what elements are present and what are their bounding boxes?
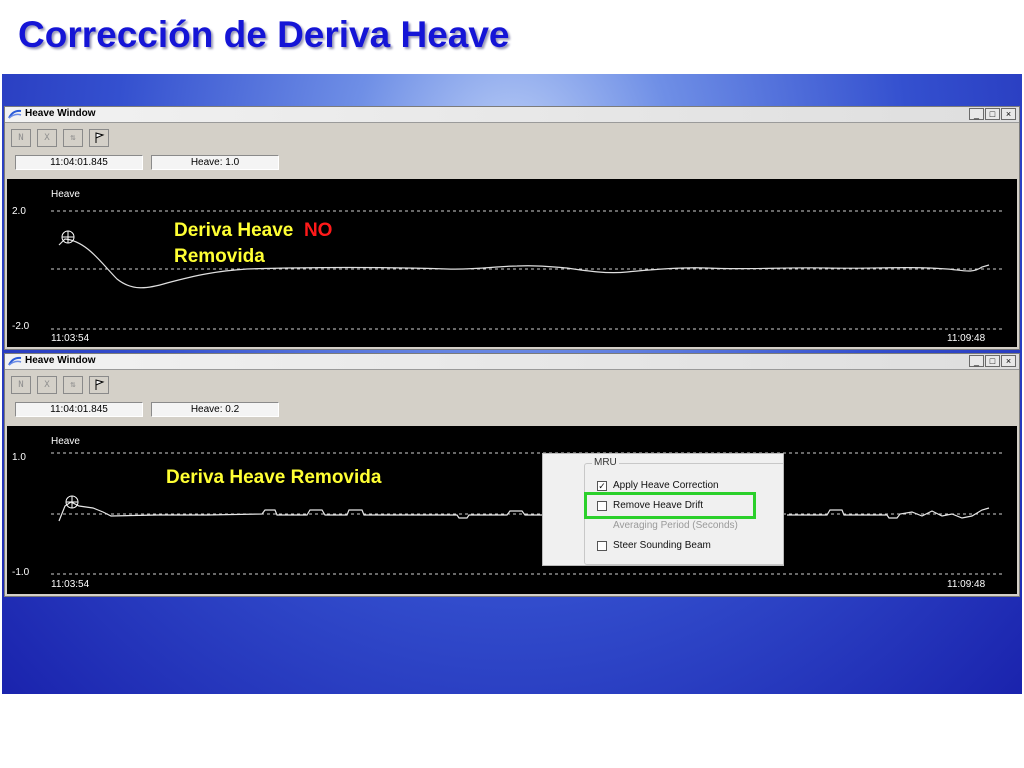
heave-trace-bottom: [51, 452, 1002, 575]
heave-value-field: Heave: 0.2: [151, 402, 279, 417]
maximize-button[interactable]: □: [985, 355, 1000, 367]
apply-heave-correction-option[interactable]: ✓ Apply Heave Correction: [597, 480, 719, 491]
steer-sounding-beam-checkbox[interactable]: [597, 540, 607, 551]
flag-button[interactable]: [89, 129, 109, 147]
time-field: 11:04:01.845: [15, 402, 143, 417]
window-app-icon: [8, 109, 22, 119]
heave-plot-top: Heave 2.0 -2.0 11:03:54 11:09:48: [7, 179, 1017, 347]
annotation-not-removed-line2: Removida: [174, 246, 265, 267]
n-button[interactable]: N: [11, 376, 31, 394]
window-titlebar[interactable]: Heave Window _ □ ×: [5, 354, 1019, 370]
window-toolbar: N X ⇅: [11, 376, 109, 394]
crosshair-marker: [61, 230, 75, 244]
apply-heave-correction-checkbox[interactable]: ✓: [597, 480, 607, 491]
minimize-button[interactable]: _: [969, 355, 984, 367]
mru-settings-panel: MRU ✓ Apply Heave Correction Remove Heav…: [542, 453, 784, 566]
close-button[interactable]: ×: [1001, 355, 1016, 367]
window-app-icon: [8, 356, 22, 366]
x-button[interactable]: X: [37, 129, 57, 147]
heave-window-top: Heave Window _ □ × N X ⇅ 11:04:01.845 He…: [4, 106, 1020, 350]
slide-title: Corrección de Deriva Heave: [18, 14, 510, 55]
annotation-not-removed: Deriva Heave NO Removida: [174, 218, 332, 270]
annotation-removed: Deriva Heave Removida: [166, 467, 382, 488]
window-toolbar: N X ⇅: [11, 129, 109, 147]
flag-icon: [95, 132, 105, 143]
close-button[interactable]: ×: [1001, 108, 1016, 120]
window-titlebar[interactable]: Heave Window _ □ ×: [5, 107, 1019, 123]
heave-value-field: Heave: 1.0: [151, 155, 279, 170]
heave-trace-top: [51, 210, 1002, 330]
n-button[interactable]: N: [11, 129, 31, 147]
window-title: Heave Window: [25, 108, 96, 119]
window-title: Heave Window: [25, 355, 96, 366]
heave-plot-bottom: Heave 1.0 -1.0 11:03:54 11:09:48: [7, 426, 1017, 594]
crosshair-marker: [65, 495, 79, 509]
annotation-no: NO: [303, 220, 333, 241]
swap-button[interactable]: ⇅: [63, 376, 83, 394]
highlight-box: [584, 492, 756, 519]
mru-group-title: MRU: [592, 457, 619, 468]
averaging-period-label: Averaging Period (Seconds): [613, 520, 738, 531]
heave-window-bottom: Heave Window _ □ × N X ⇅ 11:04:01.845 He…: [4, 353, 1020, 597]
apply-heave-correction-label: Apply Heave Correction: [613, 480, 719, 491]
annotation-not-removed-line1: Deriva Heave: [174, 220, 294, 241]
flag-icon: [95, 379, 105, 390]
time-field: 11:04:01.845: [15, 155, 143, 170]
maximize-button[interactable]: □: [985, 108, 1000, 120]
swap-button[interactable]: ⇅: [63, 129, 83, 147]
flag-button[interactable]: [89, 376, 109, 394]
steer-sounding-beam-option[interactable]: Steer Sounding Beam: [597, 540, 711, 551]
minimize-button[interactable]: _: [969, 108, 984, 120]
steer-sounding-beam-label: Steer Sounding Beam: [613, 540, 711, 551]
x-button[interactable]: X: [37, 376, 57, 394]
